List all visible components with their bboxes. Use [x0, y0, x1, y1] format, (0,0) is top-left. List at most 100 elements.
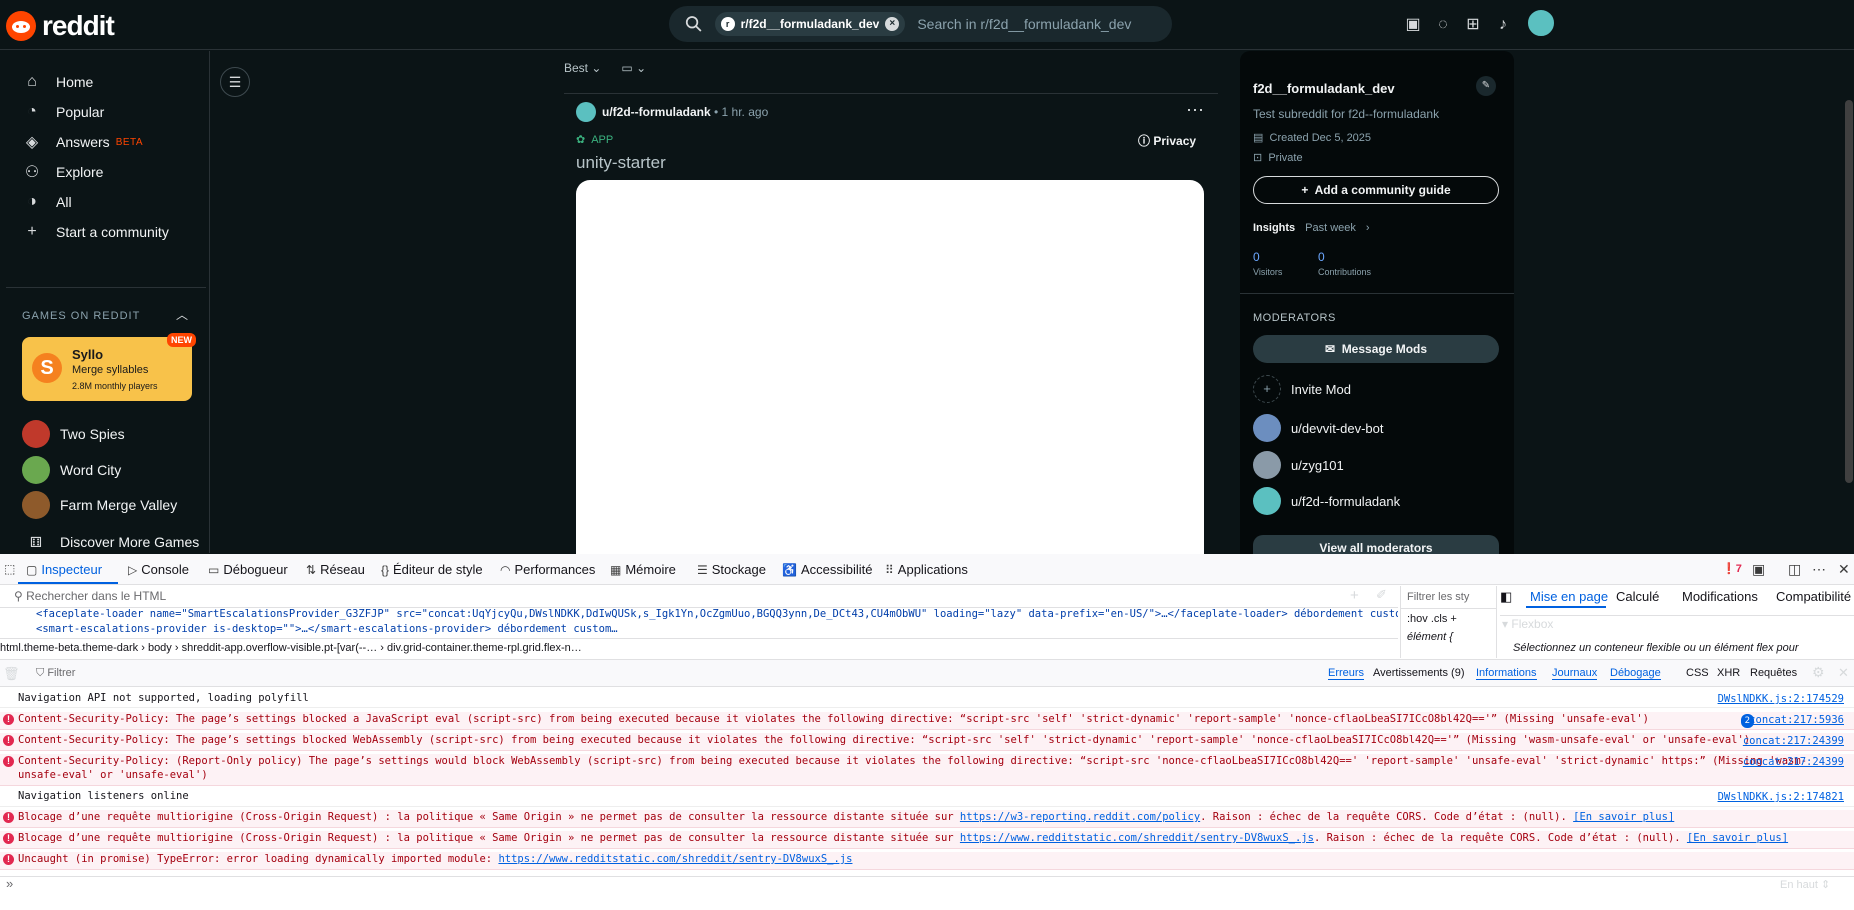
html-node[interactable]: <smart-escalations-provider is-desktop="… — [0, 623, 1398, 638]
tab-console[interactable]: ▷ Console — [128, 562, 189, 577]
chevron-up-icon[interactable]: ︿ — [176, 306, 188, 323]
dock-icon[interactable]: ◫ — [1788, 561, 1801, 578]
sidebar-item-start-community[interactable]: + Start a community — [22, 214, 169, 250]
log-source-link[interactable]: DWslNDKK.js:2:174529 — [1718, 692, 1844, 706]
view-toggle[interactable]: ▭ ⌄ — [621, 61, 646, 75]
insights-header[interactable]: Insights Past week › — [1253, 222, 1370, 234]
error-icon: ! — [3, 714, 14, 725]
stat-visitors: 0 Visitors — [1253, 250, 1283, 277]
settings-gear-icon[interactable]: ⚙ — [1812, 664, 1825, 681]
tab-changes[interactable]: Modifications — [1682, 589, 1758, 604]
moderator-item[interactable]: u/f2d--formuladank — [1253, 487, 1400, 515]
breadcrumb[interactable]: html.theme-beta.theme-dark › body › shre… — [0, 638, 1398, 658]
filter-debug[interactable]: Débogage — [1610, 667, 1661, 680]
learn-more-link[interactable]: [En savoir plus] — [1573, 811, 1674, 823]
html-search-input[interactable]: ⚲ Rechercher dans le HTML — [0, 586, 1398, 608]
post-title[interactable]: unity-starter — [576, 153, 666, 173]
tab-applications[interactable]: ⠿ Applications — [885, 562, 968, 577]
post-author-avatar[interactable] — [576, 102, 596, 122]
close-icon[interactable]: ✕ — [1838, 665, 1849, 681]
invite-mod[interactable]: + Invite Mod — [1253, 375, 1351, 403]
html-node[interactable]: <faceplate-loader name="SmartEscalations… — [0, 608, 1398, 623]
edit-icon[interactable]: ✎ — [1476, 76, 1496, 96]
tab-accessibility[interactable]: ♿ Accessibilité — [782, 562, 872, 577]
error-count-badge[interactable]: ❗7 — [1722, 562, 1742, 575]
flexbox-section[interactable]: ▾ Flexbox — [1502, 617, 1553, 631]
filter-warnings[interactable]: Avertissements (9) — [1373, 667, 1465, 679]
learn-more-link[interactable]: [En savoir plus] — [1687, 832, 1788, 844]
filter-info[interactable]: Informations — [1476, 667, 1537, 680]
log-url-link[interactable]: https://www.redditstatic.com/shreddit/se… — [498, 853, 852, 865]
filter-xhr[interactable]: XHR — [1717, 667, 1740, 679]
log-source-link[interactable]: concat:217:24399 — [1743, 755, 1844, 769]
tab-compatibility[interactable]: Compatibilité — [1776, 589, 1851, 604]
discover-more-games[interactable]: ⚅ Discover More Games — [22, 527, 199, 557]
log-entry: ! Blocage d’une requête multiorigine (Cro… — [0, 831, 1854, 849]
beta-badge: BETA — [115, 136, 144, 148]
reddit-logo[interactable]: reddit — [6, 10, 115, 42]
tab-computed[interactable]: Calculé — [1616, 589, 1659, 604]
layout-sidebar-toggle-icon[interactable]: ◧ — [1500, 589, 1512, 605]
filter-css[interactable]: CSS — [1686, 667, 1709, 679]
notifications-bell-icon[interactable]: ♪ — [1491, 13, 1515, 37]
clear-scope-icon[interactable]: × — [885, 17, 900, 31]
filter-errors[interactable]: Erreurs — [1328, 667, 1365, 680]
tab-inspector[interactable]: ▢ Inspecteur — [26, 562, 102, 577]
trash-icon[interactable]: 🗑 — [3, 666, 20, 682]
rules-filter-input[interactable]: Filtrer les sty — [1401, 586, 1496, 609]
add-node-icon[interactable]: + — [1350, 587, 1359, 604]
tab-network[interactable]: ⇅ Réseau — [306, 562, 365, 577]
close-icon[interactable]: ✕ — [1838, 561, 1850, 578]
game-item-farm-merge-valley[interactable]: Farm Merge Valley — [22, 490, 177, 520]
add-community-guide-button[interactable]: + Add a community guide — [1253, 176, 1499, 204]
moderator-item[interactable]: u/zyg101 — [1253, 451, 1344, 479]
search-bar[interactable]: r r/f2d__formuladank_dev × — [669, 6, 1172, 42]
message-mods-button[interactable]: ✉ Message Mods — [1253, 335, 1499, 363]
tab-performance[interactable]: ◠ Performances — [500, 562, 595, 577]
ads-icon[interactable]: ▣ — [1401, 13, 1425, 37]
divider — [1500, 615, 1854, 616]
post-author[interactable]: u/f2d--formuladank — [602, 105, 711, 119]
html-tree[interactable]: <faceplate-loader name="SmartEscalations… — [0, 608, 1398, 638]
search-scope-chip[interactable]: r r/f2d__formuladank_dev × — [714, 12, 906, 36]
community-name: f2d__formuladank_dev — [1253, 81, 1395, 96]
tab-storage[interactable]: ☰ Stockage — [697, 562, 766, 577]
chat-icon[interactable]: ◌ — [1431, 13, 1455, 37]
console-filter-input[interactable]: ⛉ Filtrer — [36, 667, 75, 680]
rules-toolbar[interactable]: :hov .cls + — [1401, 609, 1496, 629]
error-icon: ❗ — [1722, 563, 1736, 575]
log-source-link[interactable]: concat:217:24399 — [1743, 734, 1844, 748]
user-avatar[interactable] — [1526, 8, 1556, 38]
page-scrollbar[interactable] — [1845, 100, 1853, 483]
tab-layout[interactable]: Mise en page — [1530, 589, 1608, 604]
app-embed-frame[interactable] — [576, 180, 1204, 554]
view-icon: ▭ — [621, 61, 633, 75]
log-source-link[interactable]: DWslNDKK.js:2:174821 — [1718, 790, 1844, 804]
search-input[interactable] — [917, 16, 1172, 32]
create-post-icon[interactable]: ⊞ — [1461, 13, 1485, 37]
eyedropper-icon[interactable]: ✐ — [1376, 587, 1387, 603]
tab-style-editor[interactable]: {} Éditeur de style — [381, 562, 483, 577]
log-source-link[interactable]: concat:217:5936 — [1749, 713, 1844, 727]
console-input[interactable] — [0, 876, 1854, 910]
log-entry: Navigation API not supported, loading po… — [0, 691, 1854, 708]
collapse-sidebar-button[interactable]: ☰ — [220, 67, 250, 97]
sort-dropdown[interactable]: Best ⌄ — [564, 61, 601, 75]
more-options-icon[interactable]: ⋯ — [1812, 561, 1826, 578]
log-url-link[interactable]: https://w3-reporting.reddit.com/policy — [960, 811, 1200, 823]
log-url-link[interactable]: https://www.redditstatic.com/shreddit/se… — [960, 832, 1314, 844]
view-all-moderators-button[interactable]: View all moderators — [1253, 535, 1499, 555]
position-select[interactable]: En haut ⇕ — [1780, 878, 1830, 891]
filter-logs[interactable]: Journaux — [1552, 667, 1598, 680]
split-console-icon[interactable]: ▣ — [1752, 561, 1765, 578]
game-item-word-city[interactable]: Word City — [22, 455, 121, 485]
filter-requests[interactable]: Requêtes — [1750, 667, 1797, 679]
featured-game-card[interactable]: S Syllo Merge syllables 2.8M monthly pla… — [22, 333, 196, 401]
game-item-two-spies[interactable]: Two Spies — [22, 419, 125, 449]
tab-debugger[interactable]: ▭ Débogueur — [208, 562, 288, 577]
privacy-link[interactable]: ⓘ Privacy — [1138, 132, 1196, 149]
moderator-item[interactable]: u/devvit-dev-bot — [1253, 414, 1384, 442]
element-picker-icon[interactable]: ⬚ — [4, 562, 15, 576]
more-options-icon[interactable]: ⋯ — [1186, 100, 1204, 121]
tab-memory[interactable]: ▦ Mémoire — [610, 562, 676, 577]
